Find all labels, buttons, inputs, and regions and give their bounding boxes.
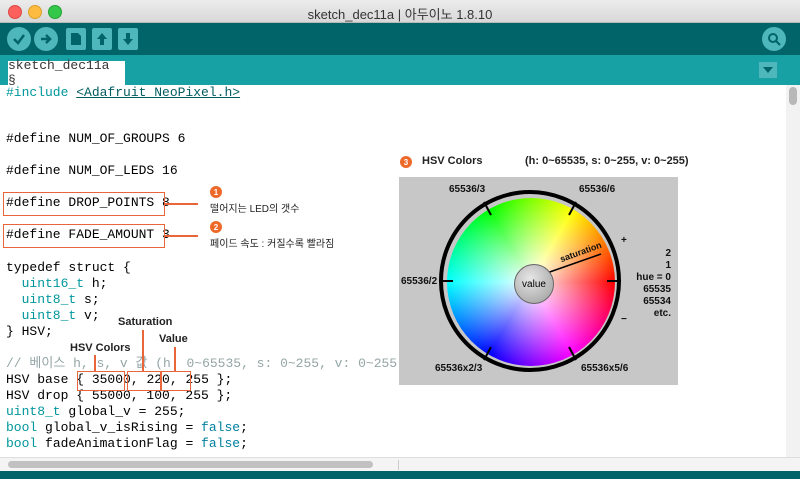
code-token: v; [76, 308, 100, 323]
code-token: ; [240, 436, 248, 451]
code-token: uint16_t [6, 276, 85, 291]
code-token: false [201, 436, 241, 451]
hue-list-item: etc. [653, 308, 671, 319]
title-bar: sketch_dec11a | 아두이노 1.8.10 [0, 0, 800, 23]
tab-bar: sketch_dec11a § [0, 55, 800, 88]
hsv-colors-label: HSV Colors [70, 342, 131, 354]
serial-monitor-button[interactable] [762, 27, 786, 51]
arrow-up-icon [97, 33, 107, 45]
hue-value-highlight [77, 371, 125, 391]
code-token: bool [6, 436, 38, 451]
annotation-badge-2: 2 [210, 221, 222, 233]
hue-zero-list: 2 1 hue = 0 65535 65534 etc. [631, 248, 671, 320]
code-line: } HSV; [6, 324, 53, 339]
code-line: uint8_t v; [6, 308, 100, 324]
code-token: s; [76, 292, 100, 307]
code-line: uint8_t global_v = 255; [6, 404, 185, 420]
saturation-plus: + [621, 235, 627, 246]
code-token: uint8_t [6, 404, 61, 419]
hue-list-item: hue = 0 [636, 272, 671, 283]
annotation-badge-3: 3 [400, 156, 412, 168]
scrollbar-divider [398, 460, 399, 470]
hsv-wheel-image: value saturation + − 65536/3 65536/6 655… [399, 177, 678, 385]
code-line: bool fadeAnimationFlag = false; [6, 436, 248, 452]
code-line: // 베이스 h, s, v 값 (h: 0~65535, s: 0~255, … [6, 356, 405, 371]
upload-button[interactable] [34, 27, 58, 51]
value-center: value [514, 264, 554, 304]
code-line: #include <Adafruit_NeoPixel.h> [6, 85, 240, 101]
hsv-panel-title: HSV Colors [422, 155, 483, 167]
code-token: false [201, 420, 241, 435]
horizontal-scrollbar[interactable] [0, 457, 800, 472]
code-line: typedef struct { [6, 260, 131, 275]
status-bar [0, 471, 800, 479]
hue-list-item: 1 [665, 260, 671, 271]
tab-menu-button[interactable] [759, 62, 777, 78]
hue-list-item: 65535 [643, 284, 671, 295]
code-token: uint8_t [6, 308, 77, 323]
vertical-scroll-thumb[interactable] [789, 87, 797, 105]
connector-line [174, 347, 176, 371]
value-value-highlight [161, 371, 191, 391]
arrow-right-icon [41, 34, 52, 44]
connector-line [164, 235, 198, 237]
code-token: uint8_t [6, 292, 77, 307]
verify-button[interactable] [7, 27, 31, 51]
code-token: fadeAnimationFlag = [37, 436, 202, 451]
hue-label-top-right: 65536/6 [579, 184, 616, 195]
saturation-label: Saturation [118, 316, 173, 328]
connector-line [94, 355, 96, 371]
code-token: #include [6, 85, 77, 100]
annotation-text-1: 떨어지는 LED의 갯수 [210, 204, 300, 215]
toolbar [0, 23, 800, 55]
open-button[interactable] [92, 28, 112, 50]
arrow-down-icon [123, 33, 133, 45]
code-line: #define NUM_OF_GROUPS 6 [6, 131, 186, 146]
code-line: uint16_t h; [6, 276, 108, 292]
code-token: <Adafruit_NeoPixel.h> [76, 85, 241, 100]
hue-label-top-left: 65536/3 [449, 184, 486, 195]
hsv-panel-range: (h: 0~65535, s: 0~255, v: 0~255) [525, 155, 689, 167]
code-line: uint8_t s; [6, 292, 100, 308]
magnifier-icon [768, 33, 781, 46]
code-line: #define NUM_OF_LEDS 16 [6, 163, 178, 178]
hue-label-left: 65536/2 [401, 276, 438, 287]
saturation-value-highlight [127, 371, 161, 391]
hue-label-bottom-right: 65536x5/6 [581, 363, 629, 374]
connector-line [142, 330, 144, 371]
saturation-minus: − [621, 314, 627, 325]
code-token: }; [208, 372, 233, 387]
chevron-down-icon [763, 67, 773, 73]
annotation-text-2: 페이드 속도 : 커질수록 빨라짐 [210, 239, 335, 250]
window-title: sketch_dec11a | 아두이노 1.8.10 [307, 7, 493, 22]
hue-list-item: 2 [665, 248, 671, 259]
code-token: global_v_isRising = [37, 420, 202, 435]
drop-points-highlight [3, 192, 165, 216]
new-button[interactable] [66, 28, 86, 50]
annotation-badge-1: 1 [210, 186, 222, 198]
code-line: bool global_v_isRising = false; [6, 420, 248, 436]
value-label: Value [159, 333, 188, 345]
code-token: bool [6, 420, 38, 435]
hue-list-item: 65534 [643, 296, 671, 307]
code-token: h; [84, 276, 108, 291]
connector-line [164, 203, 198, 205]
fade-amount-highlight [3, 224, 165, 248]
save-button[interactable] [118, 28, 138, 50]
horizontal-scroll-thumb[interactable] [8, 461, 373, 468]
vertical-scrollbar[interactable] [786, 85, 800, 457]
check-icon [13, 34, 25, 45]
tab-sketch[interactable]: sketch_dec11a § [8, 58, 125, 88]
code-token: ; [240, 420, 248, 435]
new-file-icon [71, 33, 81, 45]
code-token: global_v = 255; [60, 404, 186, 419]
hue-label-bottom-left: 65536x2/3 [435, 363, 483, 374]
